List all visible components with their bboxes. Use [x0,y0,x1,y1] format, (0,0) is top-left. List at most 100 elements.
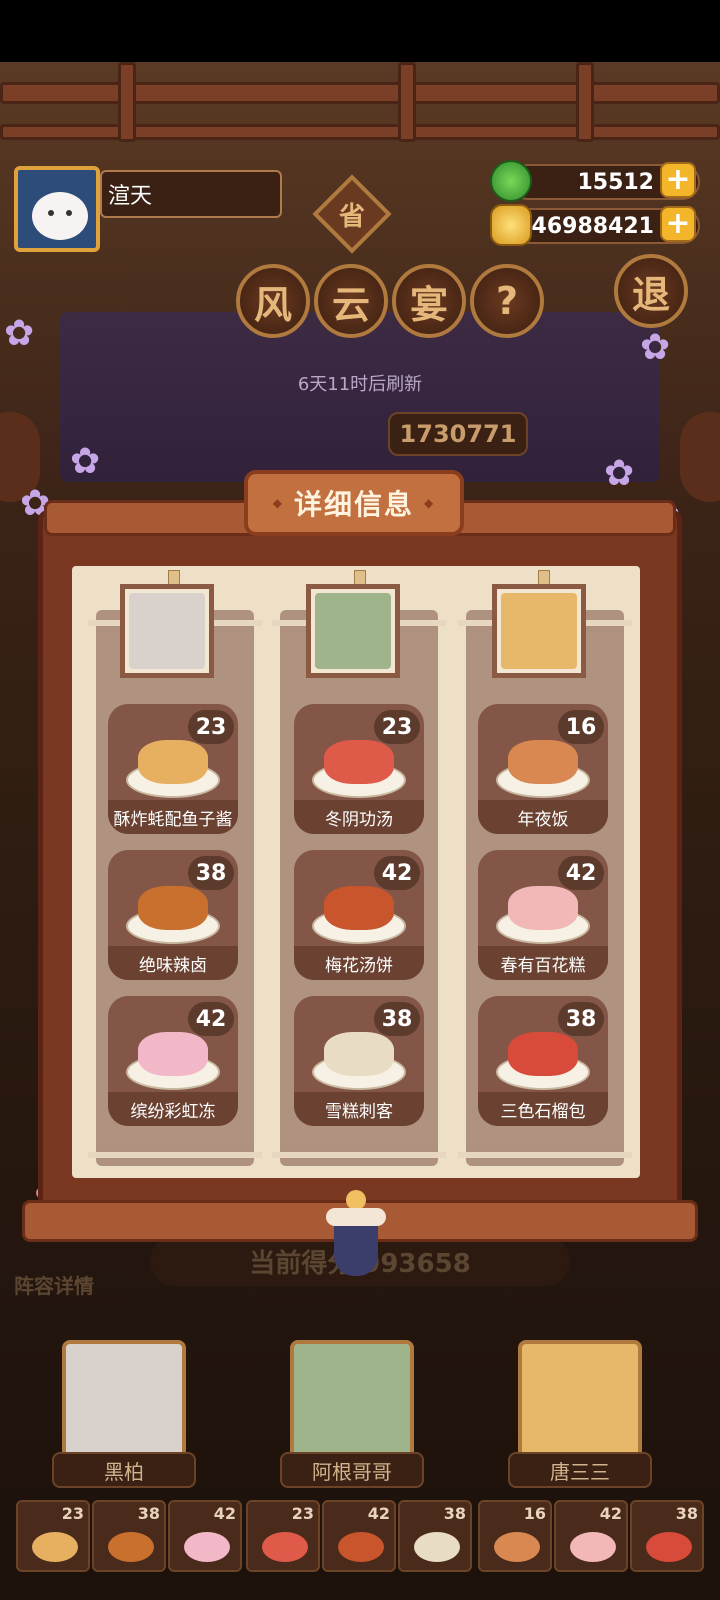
jade-coin-icon [490,160,532,202]
dish-count: 38 [558,1002,604,1036]
dish-count: 38 [374,1002,420,1036]
lantern [680,412,720,502]
dish-icon [262,1532,308,1562]
flower-decoration: ✿ [604,453,635,494]
dish-icon [324,886,394,930]
lineup-details-label[interactable]: 阵容详情 [14,1270,94,1299]
gold-coin-icon [490,204,532,246]
dish-icon [570,1532,616,1562]
portrait-heibai [120,584,214,678]
mini-dish-slot[interactable]: 42 [322,1500,396,1572]
mini-dish-count: 38 [443,1504,466,1523]
character-face-icon [501,593,577,669]
dish-name: 缤纷彩虹冻 [108,1092,238,1126]
mini-dish-count: 42 [367,1504,390,1523]
portrait-tangsansan [492,584,586,678]
add-jade-button[interactable]: + [660,162,696,198]
dish-name: 三色石榴包 [478,1092,608,1126]
dish-count: 42 [188,1002,234,1036]
dish-icon [138,1032,208,1076]
character-card-tangsansan[interactable] [518,1340,642,1460]
help-button[interactable]: ? [470,264,544,338]
dish-icon [138,740,208,784]
dish-card[interactable]: 23 冬阴功汤 [294,704,424,834]
character-name: 唐三三 [508,1452,652,1488]
dish-name: 梅花汤饼 [294,946,424,980]
province-label: 省 [338,201,365,232]
roof-beam [0,124,720,140]
character-face-icon [129,593,205,669]
event-score-tag: 1730771 [388,412,528,456]
dish-icon [414,1532,460,1562]
mini-dish-slot[interactable]: 42 [168,1500,242,1572]
knot-bead-icon [346,1190,366,1210]
mini-dish-count: 38 [137,1504,160,1523]
dish-name: 绝味辣卤 [108,946,238,980]
dish-icon [324,740,394,784]
dish-card[interactable]: 16 年夜饭 [478,704,608,834]
dish-icon [508,740,578,784]
cat-avatar-icon [32,192,88,240]
dish-icon [138,886,208,930]
title-char-yun: 云 [314,264,388,338]
mini-dish-slot[interactable]: 38 [398,1500,472,1572]
mini-dish-slot[interactable]: 38 [92,1500,166,1572]
dish-icon [508,886,578,930]
dish-count: 16 [558,710,604,744]
player-name: 渲天 [100,170,282,218]
mini-dish-count: 42 [213,1504,236,1523]
dish-card[interactable]: 42 缤纷彩虹冻 [108,996,238,1126]
dish-name: 年夜饭 [478,800,608,834]
add-gold-button[interactable]: + [660,206,696,242]
dish-icon [494,1532,540,1562]
mini-dish-slot[interactable]: 23 [16,1500,90,1572]
dish-icon [508,1032,578,1076]
dish-name: 酥炸蚝配鱼子酱 [108,800,238,834]
dish-icon [646,1532,692,1562]
mini-dish-count: 23 [291,1504,314,1523]
dish-name: 春有百花糕 [478,946,608,980]
dish-card[interactable]: 23 酥炸蚝配鱼子酱 [108,704,238,834]
character-card-agen[interactable] [290,1340,414,1460]
mini-dish-slot[interactable]: 16 [478,1500,552,1572]
dish-icon [32,1532,78,1562]
character-card-heibai[interactable] [62,1340,186,1460]
close-scroll-knot[interactable] [326,1190,386,1280]
dish-name: 雪糕刺客 [294,1092,424,1126]
mini-dish-count: 42 [599,1504,622,1523]
dish-card[interactable]: 42 梅花汤饼 [294,850,424,980]
character-name: 阿根哥哥 [280,1452,424,1488]
gold-amount: 46988421 [531,213,654,239]
title-char-yan: 宴 [392,264,466,338]
character-face-icon [315,593,391,669]
dish-count: 42 [374,856,420,890]
dish-icon [108,1532,154,1562]
dish-icon [184,1532,230,1562]
exit-button[interactable]: 退 [614,254,688,328]
roof-post [576,62,594,142]
roof-beam [0,82,720,104]
dish-card[interactable]: 42 春有百花糕 [478,850,608,980]
modal-title-text: 详细信息 [293,488,414,521]
roof-post [118,62,136,142]
dish-count: 23 [374,710,420,744]
mini-dish-slot[interactable]: 42 [554,1500,628,1572]
dish-card[interactable]: 38 绝味辣卤 [108,850,238,980]
pavilion-roof [60,312,660,482]
dish-count: 38 [188,856,234,890]
mini-dish-slot[interactable]: 23 [246,1500,320,1572]
modal-title: 详细信息 [244,470,464,536]
player-avatar[interactable] [14,166,100,252]
mini-dish-count: 23 [61,1504,84,1523]
title-char-feng: 风 [236,264,310,338]
roof-post [398,62,416,142]
flower-decoration: ✿ [640,327,671,368]
dish-card[interactable]: 38 雪糕刺客 [294,996,424,1126]
dish-name: 冬阴功汤 [294,800,424,834]
mini-dish-count: 38 [675,1504,698,1523]
character-name: 黑柏 [52,1452,196,1488]
dish-count: 42 [558,856,604,890]
dish-card[interactable]: 38 三色石榴包 [478,996,608,1126]
portrait-agen [306,584,400,678]
mini-dish-slot[interactable]: 38 [630,1500,704,1572]
